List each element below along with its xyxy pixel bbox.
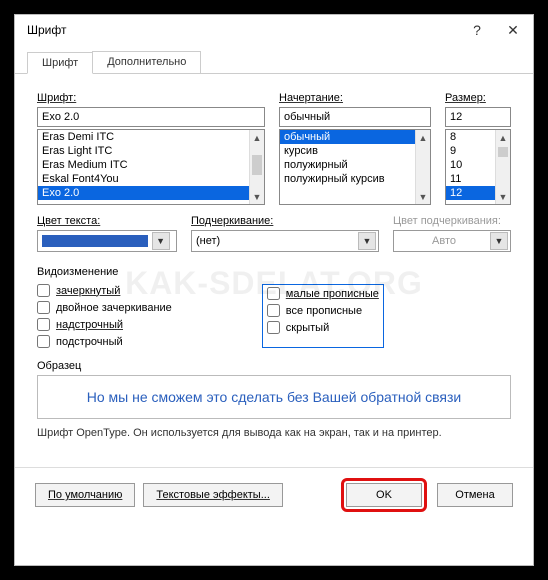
preview-box: Но мы не сможем это сделать без Вашей об… [37, 375, 511, 419]
font-description: Шрифт OpenType. Он используется для выво… [37, 427, 511, 439]
list-item[interactable]: 11 [446, 172, 495, 186]
check-double-strikethrough[interactable]: двойное зачеркивание [37, 301, 172, 314]
chevron-down-icon[interactable]: ▼ [152, 232, 170, 250]
list-item[interactable]: Exo 2.0 [38, 186, 249, 200]
scroll-up-icon[interactable]: ▲ [250, 130, 264, 145]
scrollbar[interactable]: ▲ ▼ [249, 130, 264, 204]
titlebar: Шрифт ? ✕ [15, 15, 533, 45]
tab-advanced[interactable]: Дополнительно [92, 51, 201, 73]
label-text-color: Цвет текста: [37, 215, 177, 227]
label-effects: Видоизменение [37, 266, 511, 278]
scrollbar[interactable]: ▲ ▼ [415, 130, 430, 204]
dialog-body: Шрифт: Eras Demi ITC Eras Light ITC Eras… [15, 74, 533, 449]
style-listbox[interactable]: обычный курсив полужирный полужирный кур… [279, 129, 431, 205]
check-subscript[interactable]: подстрочный [37, 335, 172, 348]
dialog-footer: По умолчанию Текстовые эффекты... OK Отм… [15, 467, 533, 522]
underline-value: (нет) [196, 235, 358, 247]
style-input[interactable] [279, 107, 431, 127]
scroll-down-icon[interactable]: ▼ [416, 189, 430, 204]
list-item[interactable]: обычный [280, 130, 415, 144]
font-input[interactable] [37, 107, 265, 127]
scroll-thumb[interactable] [252, 155, 262, 175]
label-preview: Образец [37, 360, 511, 372]
chevron-down-icon[interactable]: ▼ [358, 232, 376, 250]
cancel-button[interactable]: Отмена [437, 483, 513, 507]
scroll-up-icon[interactable]: ▲ [416, 130, 430, 145]
ok-button[interactable]: OK [346, 483, 422, 507]
list-item[interactable]: 12 [446, 186, 495, 200]
list-item[interactable]: Eskal Font4You [38, 172, 249, 186]
list-item[interactable]: 10 [446, 158, 495, 172]
scroll-down-icon[interactable]: ▼ [496, 189, 510, 204]
list-item[interactable]: 9 [446, 144, 495, 158]
font-listbox[interactable]: Eras Demi ITC Eras Light ITC Eras Medium… [37, 129, 265, 205]
underline-color-value: Авто [398, 235, 490, 247]
default-button[interactable]: По умолчанию [35, 483, 135, 507]
underline-color-combo: Авто ▼ [393, 230, 511, 252]
font-dialog: KAK-SDELAT.ORG Шрифт ? ✕ Шрифт Дополните… [14, 14, 534, 566]
label-style: Начертание: [279, 92, 431, 104]
tab-strip: Шрифт Дополнительно [15, 45, 533, 74]
scroll-up-icon[interactable]: ▲ [496, 130, 510, 145]
tab-font[interactable]: Шрифт [27, 52, 93, 74]
size-listbox[interactable]: 8 9 10 11 12 ▲ ▼ [445, 129, 511, 205]
text-effects-button[interactable]: Текстовые эффекты... [143, 483, 283, 507]
ok-highlight: OK [341, 478, 427, 512]
text-color-combo[interactable]: ▼ [37, 230, 177, 252]
close-icon[interactable]: ✕ [501, 18, 525, 42]
size-input[interactable] [445, 107, 511, 127]
list-item[interactable]: полужирный курсив [280, 172, 415, 186]
label-underline-color: Цвет подчеркивания: [393, 215, 511, 227]
label-size: Размер: [445, 92, 511, 104]
check-superscript[interactable]: надстрочный [37, 318, 172, 331]
check-all-caps[interactable]: все прописные [267, 304, 379, 317]
check-strikethrough[interactable]: зачеркнутый [37, 284, 172, 297]
scroll-down-icon[interactable]: ▼ [250, 189, 264, 204]
check-hidden[interactable]: скрытый [267, 321, 379, 334]
list-item[interactable]: Eras Demi ITC [38, 130, 249, 144]
preview-text: Но мы не сможем это сделать без Вашей об… [87, 389, 462, 405]
window-title: Шрифт [27, 23, 453, 37]
underline-combo[interactable]: (нет) ▼ [191, 230, 379, 252]
list-item[interactable]: Eras Light ITC [38, 144, 249, 158]
label-underline: Подчеркивание: [191, 215, 379, 227]
list-item[interactable]: полужирный [280, 158, 415, 172]
list-item[interactable]: курсив [280, 144, 415, 158]
list-item[interactable]: 8 [446, 130, 495, 144]
chevron-down-icon: ▼ [490, 232, 508, 250]
color-swatch [42, 235, 148, 247]
check-small-caps[interactable]: малые прописные [267, 287, 379, 300]
label-font: Шрифт: [37, 92, 265, 104]
scrollbar[interactable]: ▲ ▼ [495, 130, 510, 204]
help-icon[interactable]: ? [465, 18, 489, 42]
list-item[interactable]: Eras Medium ITC [38, 158, 249, 172]
scroll-thumb[interactable] [498, 147, 508, 157]
